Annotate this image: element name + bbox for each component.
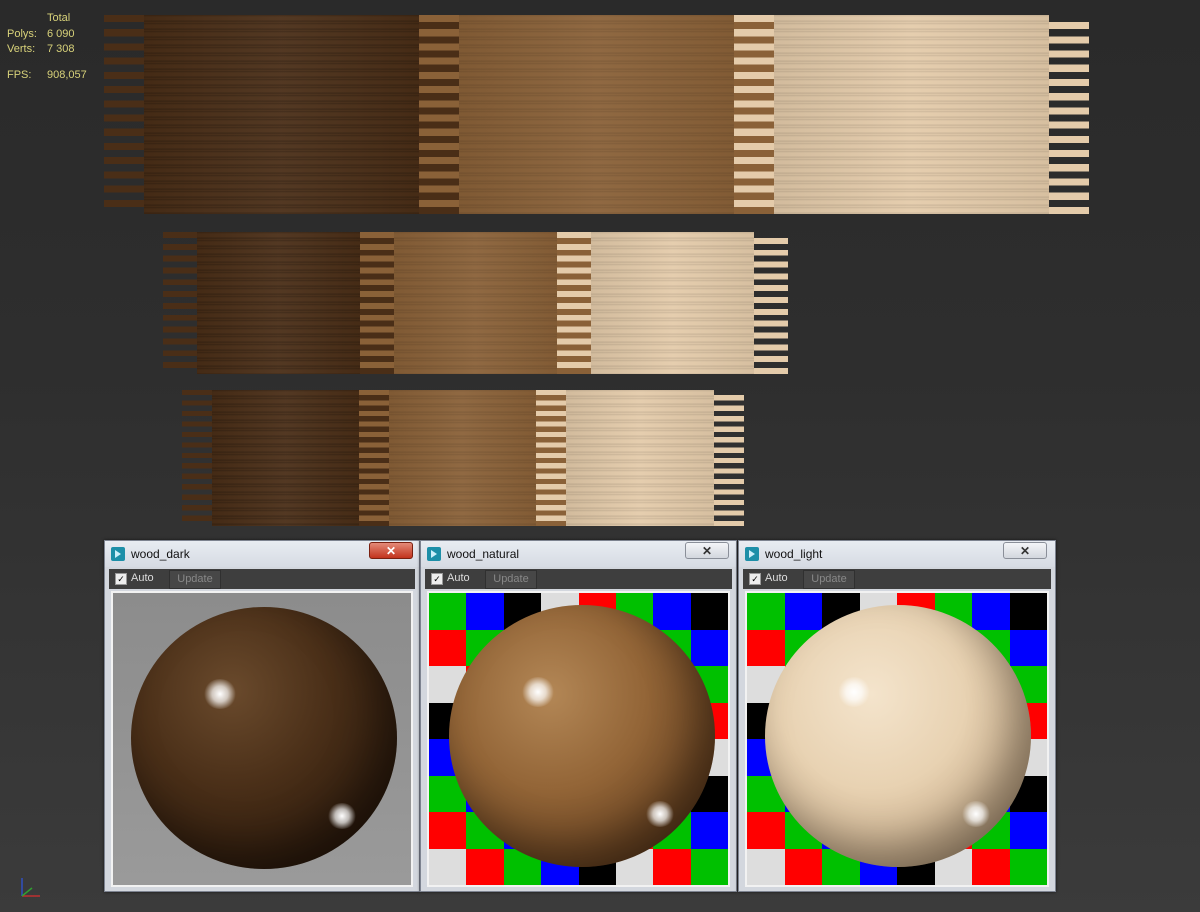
finger-joint [734, 15, 774, 214]
auto-checkbox[interactable]: ✓ [431, 573, 443, 585]
specular-highlight [327, 803, 357, 829]
finger-joint [163, 232, 197, 374]
window-title: wood_light [765, 547, 823, 561]
preview-toolbar: ✓ Auto Update [743, 569, 1051, 589]
material-window-1[interactable]: wood_dark ✕ ✓ Auto Update [104, 540, 420, 892]
close-icon[interactable]: ✕ [685, 542, 729, 559]
finger-joint [754, 232, 788, 374]
window-titlebar[interactable]: wood_light ✕ [739, 541, 1055, 567]
finger-joint [359, 390, 389, 526]
3dsmax-icon [111, 547, 125, 561]
auto-label: Auto [447, 572, 470, 584]
finger-joint [557, 232, 591, 374]
wood-segment-dark [212, 390, 359, 526]
update-button[interactable]: Update [803, 570, 855, 589]
finger-joint [104, 15, 144, 214]
wood-segment-light [774, 15, 1049, 214]
wood-strip[interactable] [104, 15, 1089, 214]
window-title: wood_dark [131, 547, 190, 561]
wood-segment-light [566, 390, 714, 526]
specular-highlight [961, 801, 991, 827]
wood-segment-dark [197, 232, 360, 374]
finger-joint [1049, 15, 1089, 214]
wood-segment-light [591, 232, 754, 374]
3dsmax-icon [745, 547, 759, 561]
axis-gizmo-icon [21, 878, 40, 897]
material-sphere [131, 607, 397, 869]
update-button[interactable]: Update [169, 570, 221, 589]
polys-label: Polys: [7, 27, 37, 40]
auto-checkbox[interactable]: ✓ [115, 573, 127, 585]
stats-header: Total [47, 12, 71, 24]
preview-toolbar: ✓ Auto Update [109, 569, 415, 589]
fps-label: FPS: [7, 68, 32, 81]
close-icon[interactable]: ✕ [369, 542, 413, 559]
auto-checkbox[interactable]: ✓ [749, 573, 761, 585]
fps-value: 908,057 [47, 68, 87, 81]
wood-strip[interactable] [163, 232, 788, 374]
verts-value: 7 308 [47, 43, 75, 55]
preview-toolbar: ✓ Auto Update [425, 569, 732, 589]
auto-label: Auto [765, 572, 788, 584]
material-preview-viewport [111, 591, 413, 887]
verts-label: Verts: [7, 43, 36, 55]
specular-highlight [645, 801, 675, 827]
wood-segment-dark [144, 15, 419, 214]
specular-highlight [837, 677, 871, 707]
window-titlebar[interactable]: wood_dark ✕ [105, 541, 419, 567]
window-titlebar[interactable]: wood_natural ✕ [421, 541, 736, 567]
material-sphere [449, 605, 715, 867]
close-icon[interactable]: ✕ [1003, 542, 1047, 559]
wood-segment-natural [394, 232, 557, 374]
wood-segment-natural [389, 390, 536, 526]
finger-joint [419, 15, 459, 214]
window-title: wood_natural [447, 547, 520, 561]
finger-joint [714, 390, 744, 526]
specular-highlight [203, 679, 237, 709]
material-preview-viewport [745, 591, 1049, 887]
polys-value: 6 090 [47, 27, 75, 40]
specular-highlight [521, 677, 555, 707]
3dsmax-icon [427, 547, 441, 561]
material-preview-viewport [427, 591, 730, 887]
finger-joint [360, 232, 394, 374]
wood-strip[interactable] [182, 390, 744, 526]
finger-joint [182, 390, 212, 526]
update-button[interactable]: Update [485, 570, 537, 589]
viewport-statistics: Total Polys: 6 090 Verts: 7 308 FPS: 908,05… [7, 11, 87, 83]
material-window-3[interactable]: wood_light ✕ ✓ Auto Update [738, 540, 1056, 892]
material-window-2[interactable]: wood_natural ✕ ✓ Auto Update [420, 540, 737, 892]
auto-label: Auto [131, 572, 154, 584]
wood-segment-natural [459, 15, 734, 214]
material-sphere [765, 605, 1031, 867]
finger-joint [536, 390, 566, 526]
